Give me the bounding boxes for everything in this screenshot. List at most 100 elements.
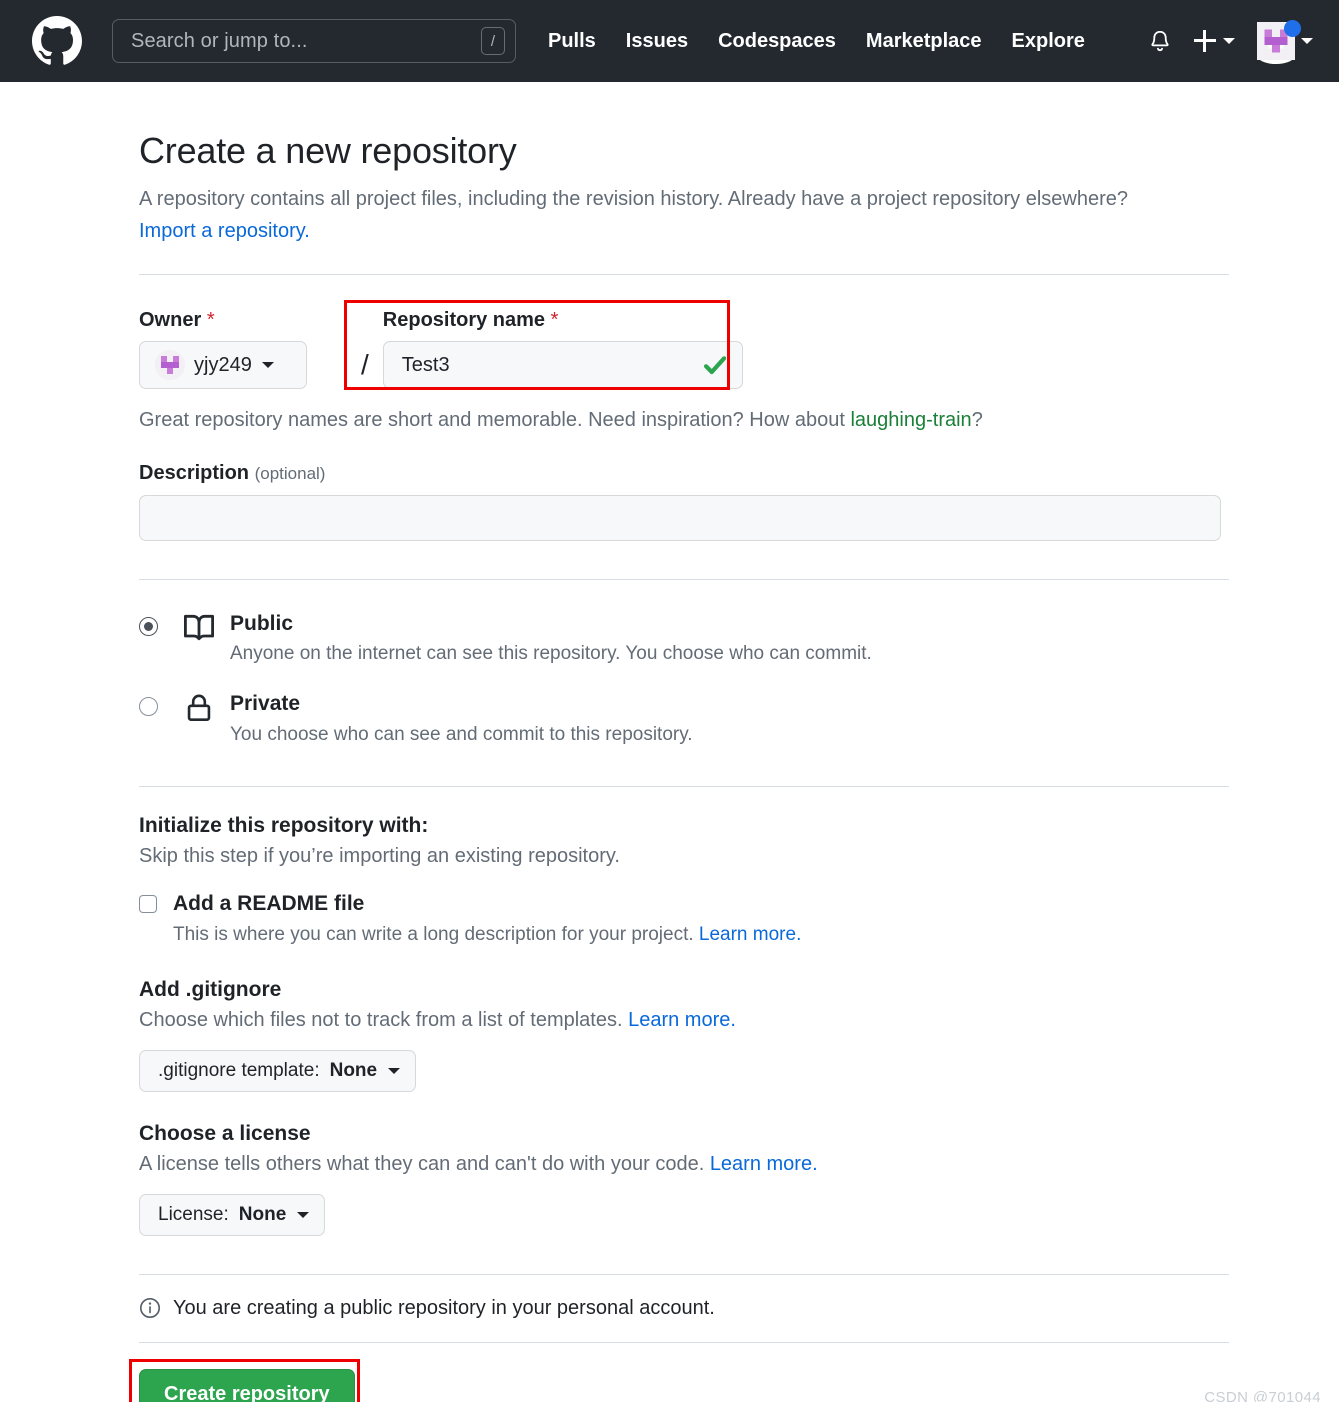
- account-menu[interactable]: [1257, 20, 1313, 64]
- license-dropdown-value: None: [238, 1203, 287, 1225]
- description-input[interactable]: [139, 495, 1221, 541]
- visibility-info-text: You are creating a public repository in …: [173, 1296, 715, 1319]
- owner-label: Owner *: [139, 309, 215, 331]
- divider-visibility: [139, 579, 1229, 580]
- visibility-public-description: Anyone on the internet can see this repo…: [230, 643, 872, 665]
- page-body: Create a new repository A repository con…: [0, 82, 1339, 1402]
- visibility-public-title: Public: [230, 612, 294, 635]
- license-description: A license tells others what they can and…: [139, 1153, 1229, 1176]
- nav-item-codespaces[interactable]: Codespaces: [718, 30, 836, 53]
- gitignore-learn-more-link[interactable]: Learn more.: [628, 1009, 736, 1031]
- owner-avatar: [155, 350, 185, 380]
- visibility-info-row: You are creating a public repository in …: [139, 1297, 1229, 1320]
- readme-checkbox[interactable]: [139, 894, 157, 913]
- readme-label: Add a README file: [173, 891, 365, 915]
- divider-create-button: [139, 1341, 1229, 1343]
- search-shortcut-key: /: [481, 27, 505, 55]
- gitignore-description: Choose which files not to track from a l…: [139, 1009, 1229, 1032]
- new-repository-form: Create a new repository A repository con…: [129, 82, 1229, 1402]
- helper-prefix-text: Great repository names are short and mem…: [139, 409, 851, 431]
- gitignore-description-text: Choose which files not to track from a l…: [139, 1008, 629, 1031]
- license-description-text: A license tells others what they can and…: [139, 1152, 710, 1175]
- license-dropdown-prefix: License:: [158, 1203, 229, 1225]
- name-suggestion-link[interactable]: laughing-train: [850, 409, 971, 431]
- gitignore-dropdown-prefix: .gitignore template:: [158, 1059, 320, 1081]
- initialize-subtitle: Skip this step if you’re importing an ex…: [139, 844, 620, 867]
- description-optional-text: (optional): [254, 464, 326, 483]
- divider-footer-info: [139, 1273, 1229, 1275]
- readme-description-text: This is where you can write a long descr…: [173, 923, 699, 945]
- repository-name-required-mark: *: [550, 309, 559, 331]
- repository-name-input[interactable]: Test3: [382, 341, 743, 389]
- page-subtitle-text: A repository contains all project files,…: [139, 188, 1129, 210]
- gitignore-title: Add .gitignore: [139, 977, 282, 1001]
- owner-dropdown-button[interactable]: yjy249: [139, 341, 307, 389]
- primary-nav: Pulls Issues Codespaces Marketplace Expl…: [548, 30, 1085, 53]
- gitignore-block: Add .gitignore Choose which files not to…: [139, 978, 1229, 1092]
- plus-icon: [1194, 30, 1216, 52]
- bell-icon[interactable]: [1148, 28, 1172, 55]
- nav-item-issues[interactable]: Issues: [626, 30, 688, 53]
- chevron-down-icon: [261, 362, 274, 368]
- owner-required-mark: *: [206, 309, 215, 331]
- description-field: Description (optional): [139, 462, 1229, 541]
- watermark: CSDN @701044: [1204, 1388, 1321, 1402]
- visibility-private-title: Private: [230, 692, 301, 716]
- visibility-option-public[interactable]: Public Anyone on the internet can see th…: [139, 611, 1229, 665]
- visibility-section: Public Anyone on the internet can see th…: [139, 611, 1229, 746]
- repository-name-field: Repository name * Test3: [382, 309, 743, 389]
- nav-item-explore[interactable]: Explore: [1012, 30, 1085, 53]
- search-placeholder-text: Search or jump to...: [131, 29, 308, 52]
- visibility-public-text: Public Anyone on the internet can see th…: [230, 611, 872, 665]
- license-learn-more-link[interactable]: Learn more.: [710, 1153, 818, 1175]
- page-title: Create a new repository: [139, 130, 517, 171]
- create-new-menu[interactable]: [1194, 30, 1235, 52]
- initialize-title: Initialize this repository with:: [139, 813, 429, 837]
- create-repository-button[interactable]: Create repository: [139, 1368, 355, 1402]
- license-title: Choose a license: [139, 1121, 311, 1145]
- radio-public[interactable]: [139, 617, 158, 636]
- gitignore-template-dropdown[interactable]: .gitignore template: None: [139, 1049, 417, 1092]
- avatar-wrapper: [1257, 20, 1301, 64]
- avatar: [1257, 22, 1295, 64]
- create-button-area: Create repository: [129, 1358, 1229, 1402]
- info-icon: [139, 1297, 161, 1319]
- visibility-private-text: Private You choose who can see and commi…: [230, 691, 693, 745]
- check-icon: [702, 352, 728, 378]
- import-repository-link[interactable]: Import a repository.: [139, 220, 310, 242]
- chevron-down-icon: [297, 1211, 310, 1218]
- repo-book-icon: [184, 611, 215, 648]
- license-dropdown[interactable]: License: None: [139, 1193, 326, 1236]
- description-label: Description (optional): [139, 462, 326, 484]
- search-input[interactable]: Search or jump to... /: [112, 19, 516, 63]
- visibility-private-description: You choose who can see and commit to thi…: [230, 723, 693, 745]
- nav-item-pulls[interactable]: Pulls: [548, 30, 596, 53]
- license-block: Choose a license A license tells others …: [139, 1122, 1229, 1236]
- github-logo-icon[interactable]: [32, 16, 82, 66]
- owner-name-text: yjy249: [194, 353, 252, 376]
- repository-name-helper: Great repository names are short and mem…: [139, 409, 1229, 432]
- nav-item-marketplace[interactable]: Marketplace: [866, 30, 982, 53]
- owner-field: Owner * yjy249: [139, 309, 347, 389]
- divider-top: [139, 274, 1229, 275]
- gitignore-dropdown-value: None: [329, 1059, 378, 1081]
- readme-learn-more-link[interactable]: Learn more.: [699, 924, 801, 945]
- global-header: Search or jump to... / Pulls Issues Code…: [0, 0, 1339, 82]
- page-subtitle: A repository contains all project files,…: [139, 183, 1229, 247]
- owner-name-row: Owner * yjy249 / Repository name * Test3: [139, 309, 1229, 389]
- helper-suffix-text: ?: [971, 409, 983, 431]
- readme-checkbox-row[interactable]: Add a README file: [139, 892, 1229, 916]
- create-button-wrapper: Create repository: [129, 1358, 360, 1402]
- notification-badge-dot: [1284, 20, 1301, 37]
- chevron-down-icon: [388, 1067, 401, 1074]
- initialize-section: Initialize this repository with: Skip th…: [139, 814, 1229, 1236]
- repository-name-value: Test3: [401, 353, 450, 376]
- divider-initialize: [139, 785, 1229, 787]
- chevron-down-icon: [1301, 38, 1313, 44]
- radio-private[interactable]: [139, 697, 158, 717]
- header-actions: [1148, 0, 1313, 82]
- readme-description: This is where you can write a long descr…: [173, 924, 1229, 946]
- repository-name-label: Repository name *: [382, 309, 559, 331]
- visibility-option-private[interactable]: Private You choose who can see and commi…: [139, 691, 1229, 745]
- chevron-down-icon: [1223, 38, 1235, 44]
